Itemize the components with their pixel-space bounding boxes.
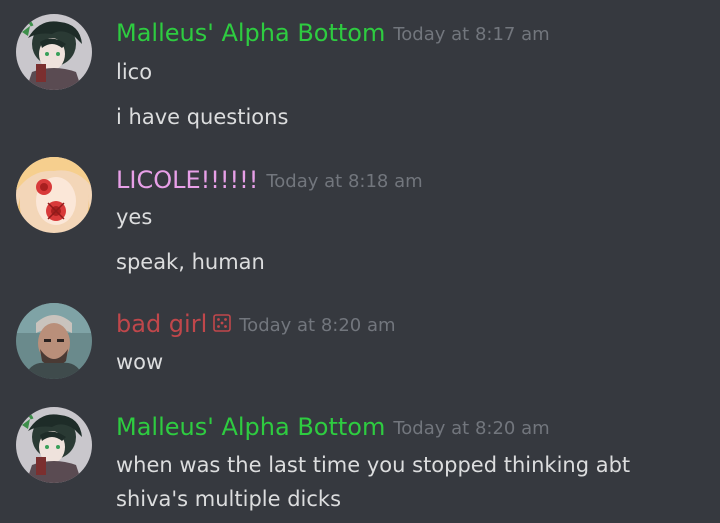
username[interactable]: bad girl Today at 8:20 am xyxy=(116,309,396,341)
chat-log: Malleus' Alpha Bottom Today at 8:17 am li… xyxy=(0,0,720,523)
anime-character-avatar-icon xyxy=(16,14,92,90)
author-name[interactable]: Malleus' Alpha Bottom xyxy=(116,413,385,441)
timestamp: Today at 8:20 am xyxy=(393,418,550,439)
dice-icon xyxy=(213,309,232,339)
timestamp: Today at 8:18 am xyxy=(266,171,423,192)
anime-character-avatar-icon xyxy=(16,407,92,483)
author-name[interactable]: bad girl xyxy=(116,310,207,338)
timestamp: Today at 8:20 am xyxy=(239,315,396,336)
username[interactable]: Malleus' Alpha Bottom Today at 8:20 am xyxy=(116,412,550,444)
avatar[interactable] xyxy=(16,14,92,90)
avatar[interactable] xyxy=(16,407,92,483)
username[interactable]: LICOLE!!!!!! Today at 8:18 am xyxy=(116,165,423,197)
message-text: wow xyxy=(116,350,164,374)
blonde-rose-avatar-icon xyxy=(16,157,92,233)
author-name[interactable]: Malleus' Alpha Bottom xyxy=(116,19,385,47)
message-text: yes xyxy=(116,205,153,229)
bearded-man-avatar-icon xyxy=(16,303,92,379)
avatar[interactable] xyxy=(16,157,92,233)
timestamp: Today at 8:17 am xyxy=(393,24,550,45)
message-text: when was the last time you stopped think… xyxy=(116,453,631,511)
message-text: i have questions xyxy=(116,105,289,129)
author-name[interactable]: LICOLE!!!!!! xyxy=(116,166,258,194)
message-text: speak, human xyxy=(116,250,265,274)
avatar[interactable] xyxy=(16,303,92,379)
message-text: lico xyxy=(116,60,153,84)
username[interactable]: Malleus' Alpha Bottom Today at 8:17 am xyxy=(116,18,550,50)
